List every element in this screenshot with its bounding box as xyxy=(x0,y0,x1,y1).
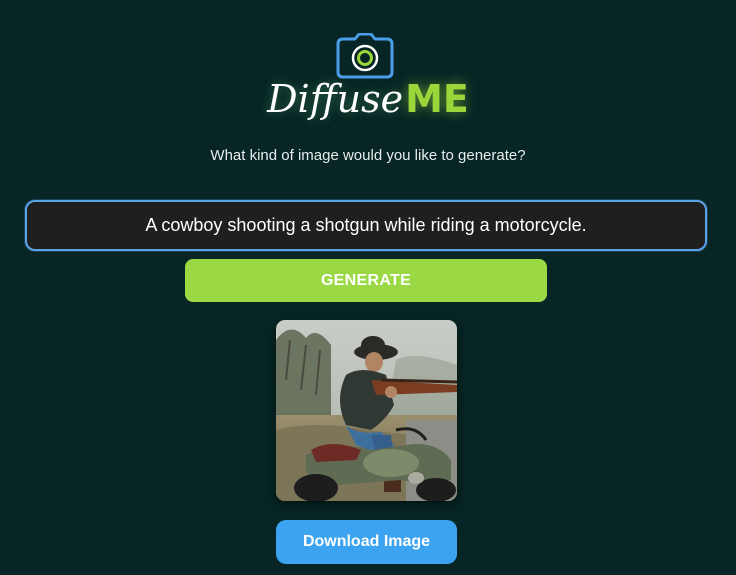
download-image-button[interactable]: Download Image xyxy=(276,520,457,564)
app-logo: DiffuseME xyxy=(0,76,736,123)
logo-text-diffuse: Diffuse xyxy=(267,77,404,121)
prompt-input[interactable] xyxy=(25,200,707,251)
generate-button[interactable]: GENERATE xyxy=(185,259,547,302)
generated-image xyxy=(276,320,457,501)
prompt-label: What kind of image would you like to gen… xyxy=(210,147,526,164)
camera-icon xyxy=(336,32,394,79)
app-page: DiffuseME What kind of image would you l… xyxy=(0,0,736,575)
logo-text-me: ME xyxy=(405,77,469,121)
